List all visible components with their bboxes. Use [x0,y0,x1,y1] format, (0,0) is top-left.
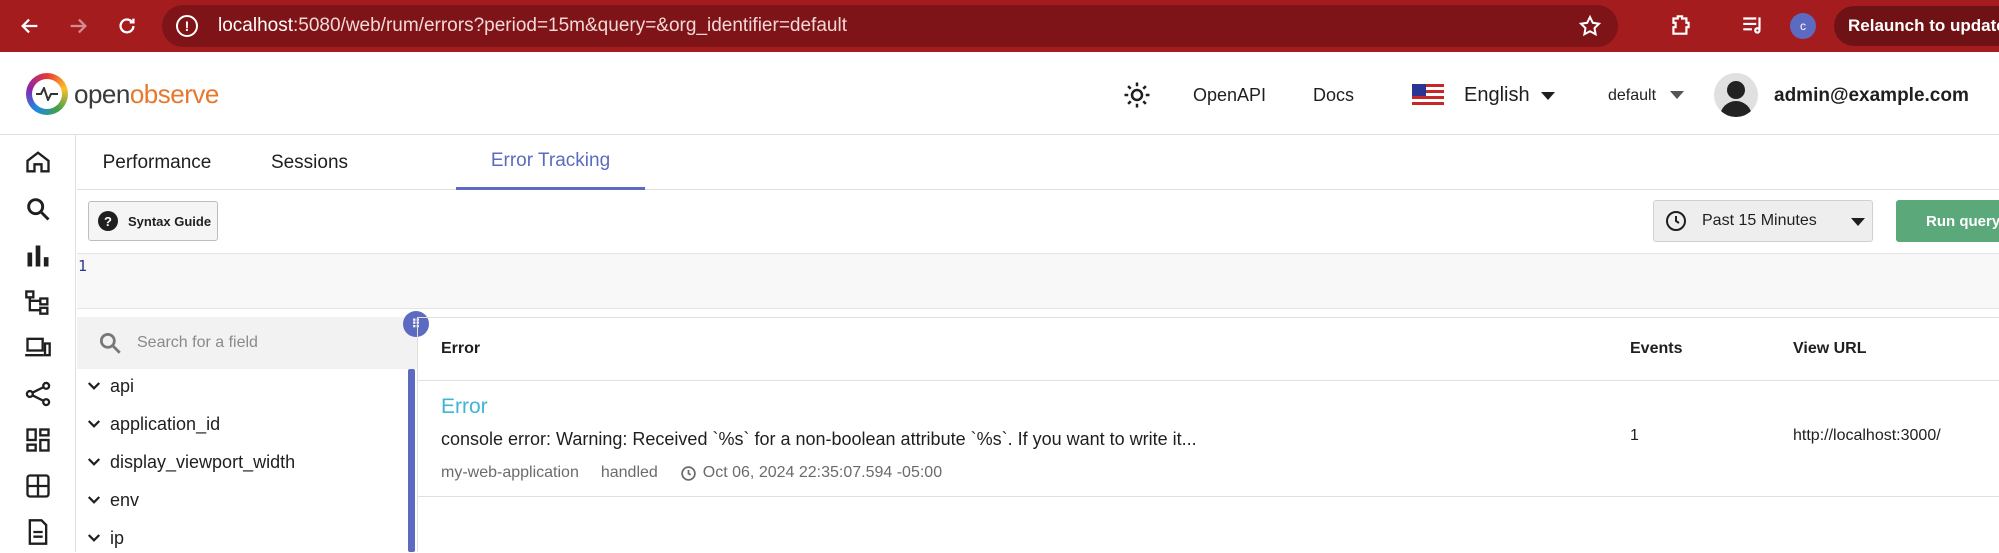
rum-tabs: Performance Sessions Error Tracking [77,135,1999,190]
table-header: Error Events View URL [418,317,1999,381]
table-row[interactable]: Error console error: Warning: Received `… [418,381,1999,497]
clock-icon [681,465,696,481]
docs-link[interactable]: Docs [1313,85,1354,106]
browser-toolbar: ! localhost:5080/web/rum/errors?period=1… [0,0,1999,52]
tab-error-tracking[interactable]: Error Tracking [456,135,645,190]
column-header-view-url[interactable]: View URL [1793,340,1867,358]
time-range-picker[interactable]: Past 15 Minutes [1653,200,1873,242]
panel-splitter[interactable] [408,369,415,552]
column-header-error[interactable]: Error [441,340,480,358]
user-email[interactable]: admin@example.com [1774,85,1969,107]
bookmark-star-icon[interactable] [1578,14,1602,43]
language-selector[interactable]: English [1464,84,1530,107]
syntax-guide-button[interactable]: ? Syntax Guide [88,201,218,241]
search-icon [99,332,121,354]
query-toolbar: ? Syntax Guide Past 15 Minutes Run query [77,190,1999,253]
url-text[interactable]: localhost:5080/web/rum/errors?period=15m… [218,15,847,37]
error-handling: handled [600,464,658,481]
clock-icon [1666,211,1686,231]
relaunch-button[interactable]: Relaunch to update [1834,6,1999,46]
reload-icon[interactable] [113,12,141,40]
error-meta: my-web-application handled Oct 06, 2024 … [441,464,964,482]
site-info-icon[interactable]: ! [176,15,198,37]
search-icon[interactable] [23,194,53,224]
traces-icon[interactable] [23,287,53,317]
org-selector[interactable]: default [1608,87,1656,105]
time-range-caret-icon[interactable] [1851,218,1865,226]
tab-performance[interactable]: Performance [77,135,237,190]
rum-devices-icon[interactable] [23,332,53,362]
us-flag-icon[interactable] [1412,84,1444,106]
media-queue-icon[interactable] [1740,12,1766,43]
field-item-env[interactable]: env [85,485,139,515]
error-message: console error: Warning: Received `%s` fo… [441,429,1197,449]
chevron-down-icon[interactable] [85,415,103,433]
field-list-panel: api application_id display_viewport_widt… [77,317,417,552]
org-caret-icon[interactable] [1670,91,1684,99]
chevron-down-icon[interactable] [85,491,103,509]
help-icon: ? [98,211,118,231]
field-item-ip[interactable]: ip [85,523,124,553]
run-query-button[interactable]: Run query [1896,200,1999,242]
reports-icon[interactable] [23,517,53,547]
field-search[interactable] [77,317,417,369]
column-header-events[interactable]: Events [1630,340,1682,358]
logo-mark-icon [26,73,68,115]
error-title[interactable]: Error [441,395,488,419]
metrics-icon[interactable] [23,241,53,271]
error-timestamp: Oct 06, 2024 22:35:07.594 -05:00 [702,464,943,481]
field-item-display-viewport-width[interactable]: display_viewport_width [85,447,295,477]
side-nav [0,135,76,552]
error-view-url[interactable]: http://localhost:3000/ [1793,427,1941,445]
error-results-table: Error Events View URL Error console erro… [417,317,1999,552]
error-service: my-web-application [441,464,579,481]
home-icon[interactable] [23,147,53,177]
user-avatar[interactable] [1714,73,1758,117]
logo-text: openobserve [74,78,219,109]
chevron-down-icon[interactable] [85,529,103,547]
profile-avatar[interactable]: c [1790,13,1816,39]
address-bar[interactable]: ! localhost:5080/web/rum/errors?period=1… [162,5,1618,47]
error-events-count: 1 [1630,427,1639,444]
dashboards-icon[interactable] [23,425,53,455]
query-editor[interactable]: 1 [77,253,1999,309]
back-icon[interactable] [16,12,44,40]
field-search-input[interactable] [137,334,387,352]
openobserve-logo[interactable]: openobserve [26,73,219,115]
openapi-link[interactable]: OpenAPI [1193,85,1266,106]
streams-grid-icon[interactable] [23,471,53,501]
app-header: openobserve OpenAPI Docs English default… [0,52,1999,135]
tab-sessions[interactable]: Sessions [247,135,372,190]
theme-toggle-icon[interactable] [1122,80,1152,115]
editor-line-number: 1 [78,257,88,275]
extensions-icon[interactable] [1668,12,1694,43]
forward-icon[interactable] [64,12,92,40]
chevron-down-icon[interactable] [85,377,103,395]
chevron-down-icon[interactable] [85,453,103,471]
language-caret-icon[interactable] [1541,92,1555,100]
field-item-api[interactable]: api [85,371,134,401]
field-item-application-id[interactable]: application_id [85,409,220,439]
pipelines-icon[interactable] [23,379,53,409]
